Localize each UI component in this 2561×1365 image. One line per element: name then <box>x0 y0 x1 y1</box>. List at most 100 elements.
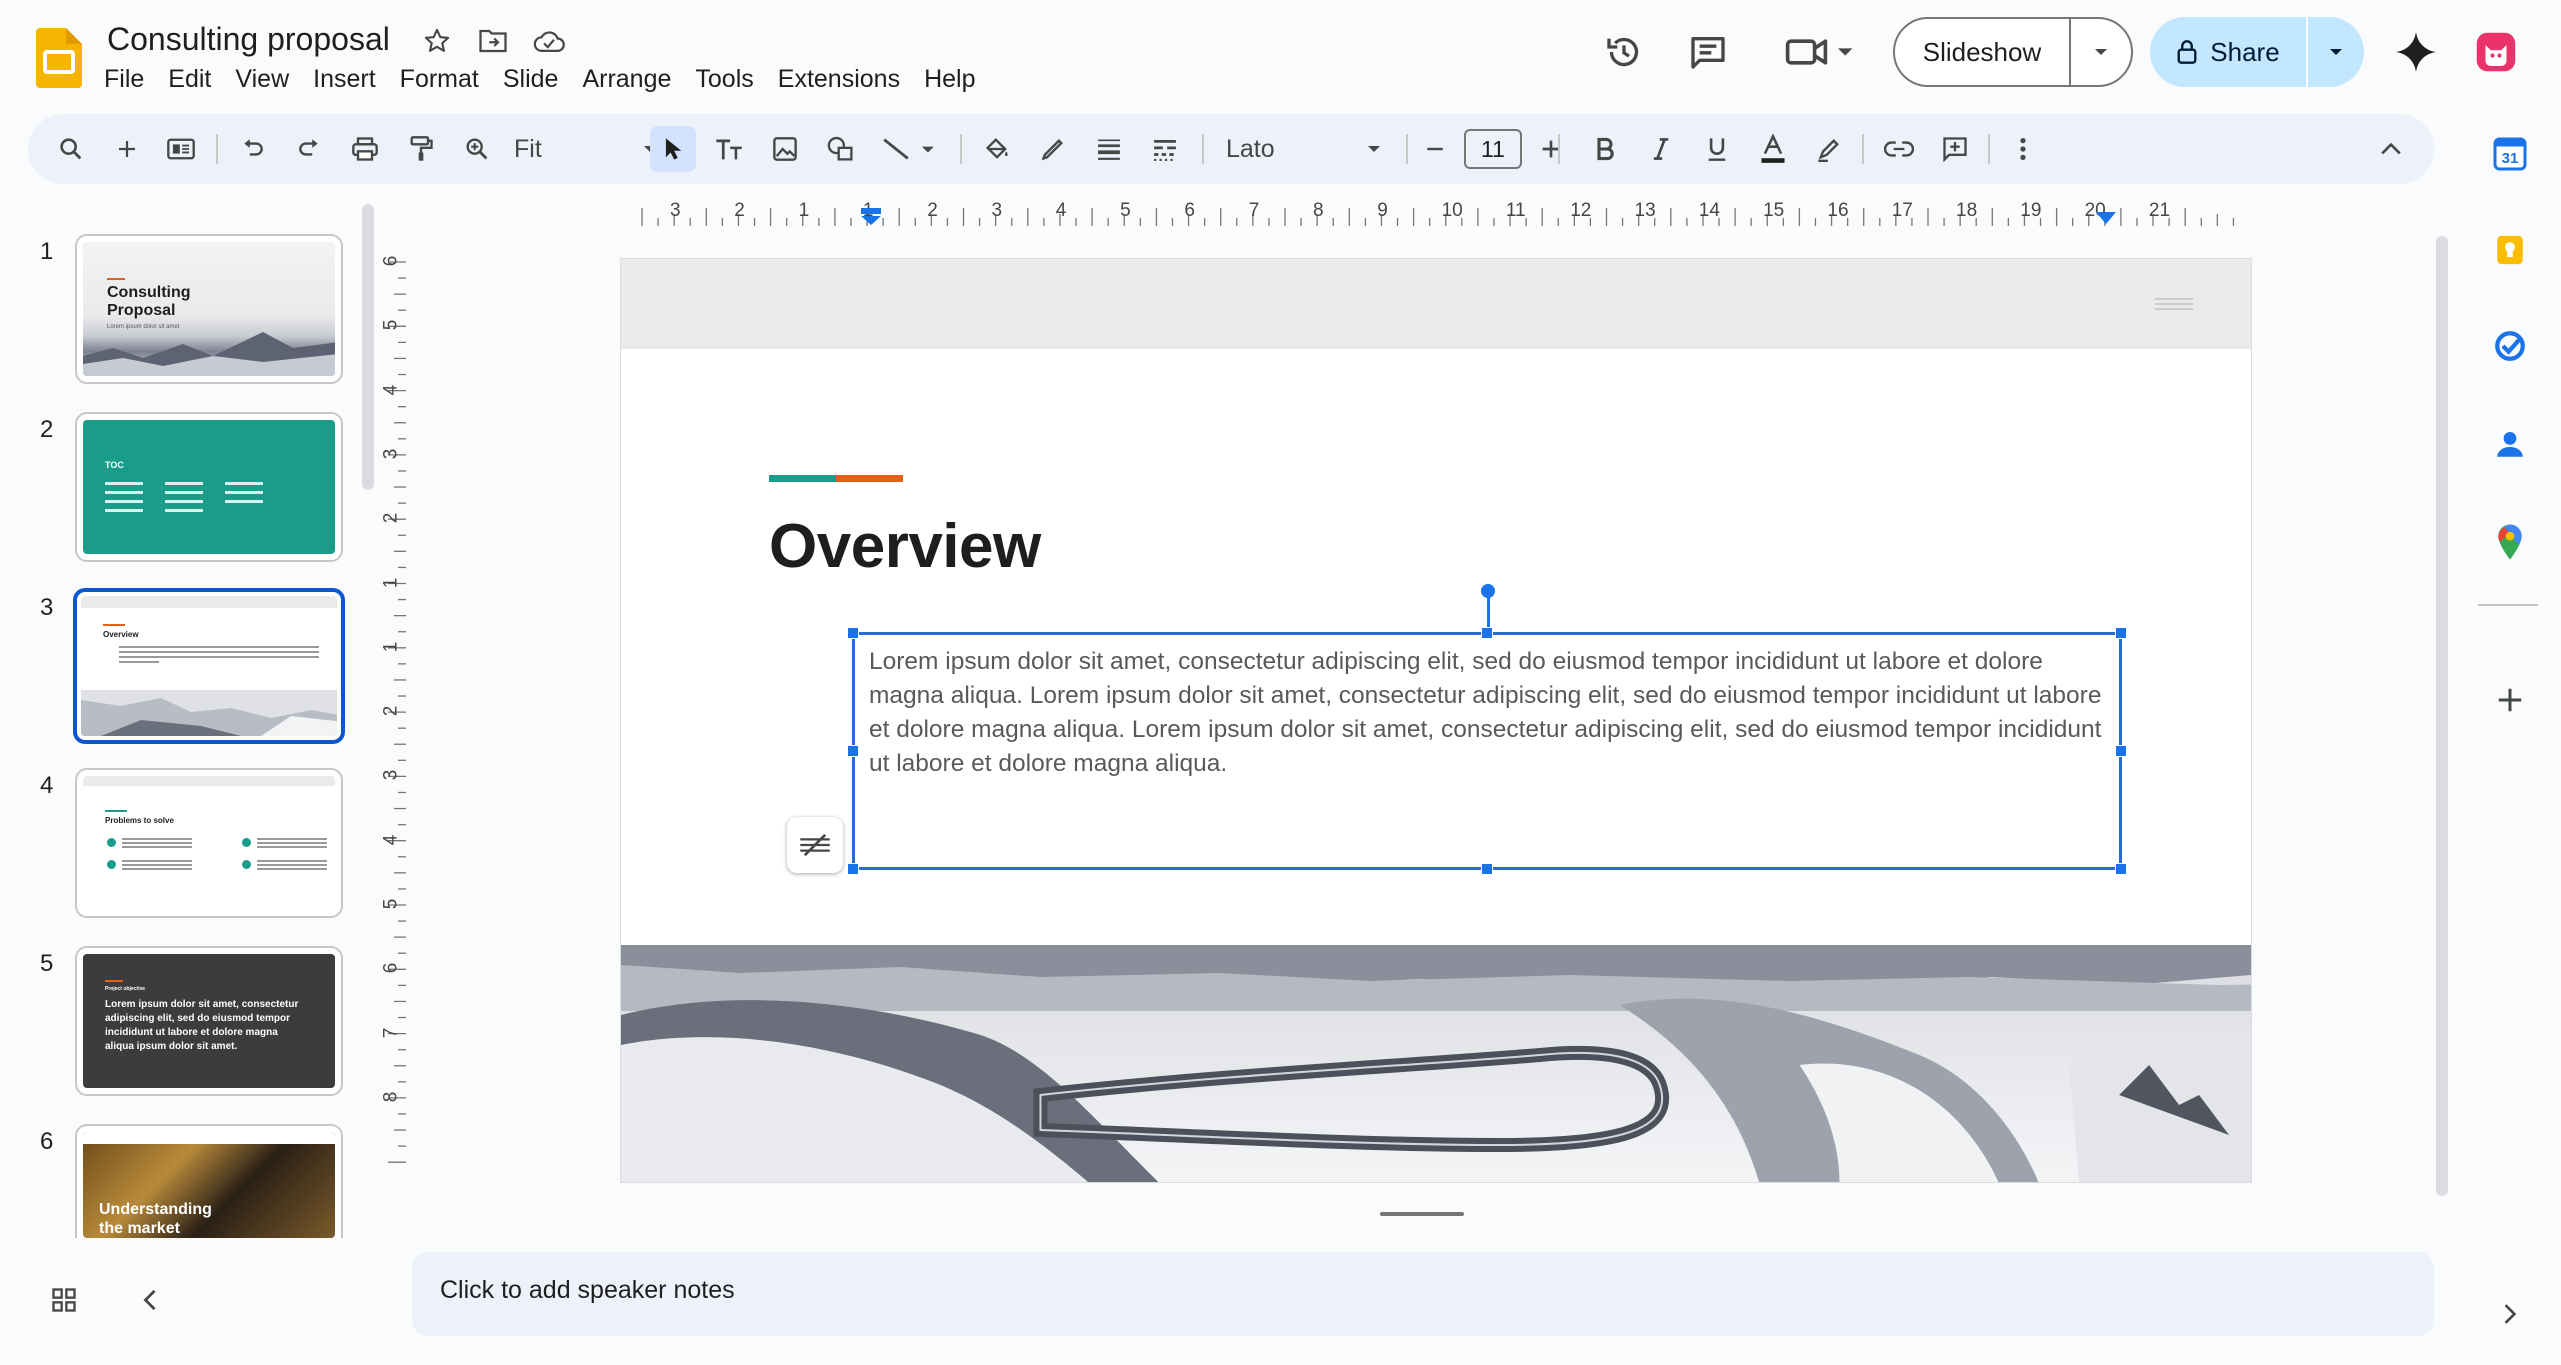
slideshow-dropdown-icon[interactable] <box>2071 19 2131 85</box>
line-tool-icon[interactable] <box>876 126 942 172</box>
grid-view-icon[interactable] <box>42 1278 86 1322</box>
more-options-icon[interactable] <box>2000 126 2046 172</box>
text-color-icon[interactable] <box>1750 126 1796 172</box>
share-dropdown-icon[interactable] <box>2308 17 2364 87</box>
meet-icon[interactable] <box>1780 26 1860 78</box>
document-title[interactable]: Consulting proposal <box>107 18 390 60</box>
font-size-input[interactable]: 11 <box>1464 129 1522 169</box>
slides-logo-icon[interactable] <box>36 28 82 88</box>
move-to-folder-icon[interactable] <box>476 24 510 58</box>
menu-file[interactable]: File <box>92 62 156 96</box>
left-indent-marker-icon[interactable] <box>860 208 882 226</box>
speaker-notes-placeholder[interactable]: Click to add speaker notes <box>440 1276 735 1305</box>
resize-handle-se[interactable] <box>2115 863 2127 875</box>
ruler-label: 5 <box>1120 200 1131 221</box>
insert-image-icon[interactable] <box>762 126 808 172</box>
vertical-ruler-labels: 6 5 4 3 2 1 1 2 3 4 5 6 7 8 <box>380 256 408 1178</box>
ruler-label: 8 <box>1313 200 1324 221</box>
menu-view[interactable]: View <box>223 62 301 96</box>
expand-side-panel-icon[interactable] <box>2486 1290 2534 1338</box>
comments-icon[interactable] <box>1682 26 1734 78</box>
get-add-ons-icon[interactable] <box>2486 676 2534 724</box>
border-dash-icon[interactable] <box>1142 126 1188 172</box>
ruler-label: 4 <box>380 384 402 395</box>
select-tool-icon[interactable] <box>650 126 696 172</box>
zoom-icon[interactable] <box>454 126 500 172</box>
resize-handle-sw[interactable] <box>847 863 859 875</box>
star-icon[interactable] <box>420 24 454 58</box>
menu-format[interactable]: Format <box>388 62 491 96</box>
filmstrip-scrollbar[interactable] <box>362 204 374 490</box>
slideshow-label[interactable]: Slideshow <box>1895 19 2071 85</box>
collapse-menus-icon[interactable] <box>2368 126 2414 172</box>
slide-layout-icon[interactable] <box>158 126 204 172</box>
share-button[interactable]: Share <box>2150 17 2364 87</box>
snowy-road-image[interactable] <box>621 945 2251 1183</box>
slideshow-button[interactable]: Slideshow <box>1893 17 2133 87</box>
resize-handle-ne[interactable] <box>2115 627 2127 639</box>
slide-title[interactable]: Overview <box>769 511 1041 582</box>
menu-edit[interactable]: Edit <box>156 62 223 96</box>
shape-icon[interactable] <box>818 126 864 172</box>
resize-handle-s[interactable] <box>1481 863 1493 875</box>
ruler-label: 5 <box>380 898 402 910</box>
cloud-saved-icon[interactable] <box>532 24 566 58</box>
gemini-icon[interactable] <box>2390 26 2442 78</box>
slide-thumbnail-5[interactable]: Project objective Lorem ipsum dolor sit … <box>75 946 343 1096</box>
highlight-color-icon[interactable] <box>1806 126 1852 172</box>
contacts-icon[interactable] <box>2486 420 2534 468</box>
tasks-icon[interactable] <box>2486 322 2534 370</box>
new-slide-icon[interactable] <box>104 126 150 172</box>
ruler-label: 5 <box>380 320 402 331</box>
profile-avatar[interactable] <box>2470 26 2522 78</box>
insert-comment-icon[interactable] <box>1932 126 1978 172</box>
autofit-icon[interactable] <box>787 817 843 873</box>
menu-help[interactable]: Help <box>912 62 987 96</box>
slide-body-text[interactable]: Lorem ipsum dolor sit amet, consectetur … <box>869 645 2117 781</box>
bold-icon[interactable] <box>1582 126 1628 172</box>
menu-slide[interactable]: Slide <box>491 62 571 96</box>
version-history-icon[interactable] <box>1598 26 1650 78</box>
thumb-body: Lorem ipsum dolor sit amet, consectetur … <box>105 999 299 1052</box>
border-color-icon[interactable] <box>1030 126 1076 172</box>
resize-handle-w[interactable] <box>847 745 859 757</box>
right-indent-marker-icon[interactable] <box>2096 212 2116 226</box>
print-icon[interactable] <box>342 126 388 172</box>
resize-handle-nw[interactable] <box>847 627 859 639</box>
menu-arrange[interactable]: Arrange <box>570 62 683 96</box>
speaker-notes-panel[interactable]: Click to add speaker notes <box>412 1252 2434 1336</box>
italic-icon[interactable] <box>1638 126 1684 172</box>
slide-thumbnail-4[interactable]: Problems to solve <box>75 768 343 918</box>
slide-thumbnail-3[interactable]: Overview <box>73 588 345 744</box>
search-menus-icon[interactable] <box>48 126 94 172</box>
text-box-icon[interactable] <box>706 126 752 172</box>
calendar-icon[interactable]: 31 <box>2486 130 2534 178</box>
share-main[interactable]: Share <box>2150 17 2308 87</box>
slide-canvas[interactable]: Overview Lorem ipsum dolor sit amet, con… <box>620 258 2252 1183</box>
insert-link-icon[interactable] <box>1876 126 1922 172</box>
underline-icon[interactable] <box>1694 126 1740 172</box>
notes-resize-handle[interactable] <box>1380 1212 1464 1216</box>
slide-thumbnail-2[interactable]: TOC <box>75 412 343 562</box>
increase-font-size-icon[interactable] <box>1528 126 1574 172</box>
keep-icon[interactable] <box>2486 226 2534 274</box>
collapse-filmstrip-icon[interactable] <box>128 1278 172 1322</box>
resize-handle-n[interactable] <box>1481 627 1493 639</box>
maps-icon[interactable] <box>2486 518 2534 566</box>
rotate-handle[interactable] <box>1481 584 1495 598</box>
menu-insert[interactable]: Insert <box>301 62 388 96</box>
menu-tools[interactable]: Tools <box>683 62 765 96</box>
slide-thumbnail-6[interactable]: Understanding the market <box>75 1124 343 1238</box>
border-weight-icon[interactable] <box>1086 126 1132 172</box>
fill-color-icon[interactable] <box>974 126 1020 172</box>
slide-thumbnail-1[interactable]: Consulting Proposal Lorem ipsum dolor si… <box>75 234 343 384</box>
font-select[interactable]: Lato <box>1214 126 1394 172</box>
redo-icon[interactable] <box>286 126 332 172</box>
menu-extensions[interactable]: Extensions <box>766 62 912 96</box>
zoom-select[interactable]: Fit <box>506 126 666 172</box>
editor-scrollbar[interactable] <box>2436 236 2448 1196</box>
decrease-font-size-icon[interactable] <box>1412 126 1458 172</box>
paint-format-icon[interactable] <box>398 126 444 172</box>
ruler-label: 13 <box>1634 200 1656 221</box>
undo-icon[interactable] <box>230 126 276 172</box>
